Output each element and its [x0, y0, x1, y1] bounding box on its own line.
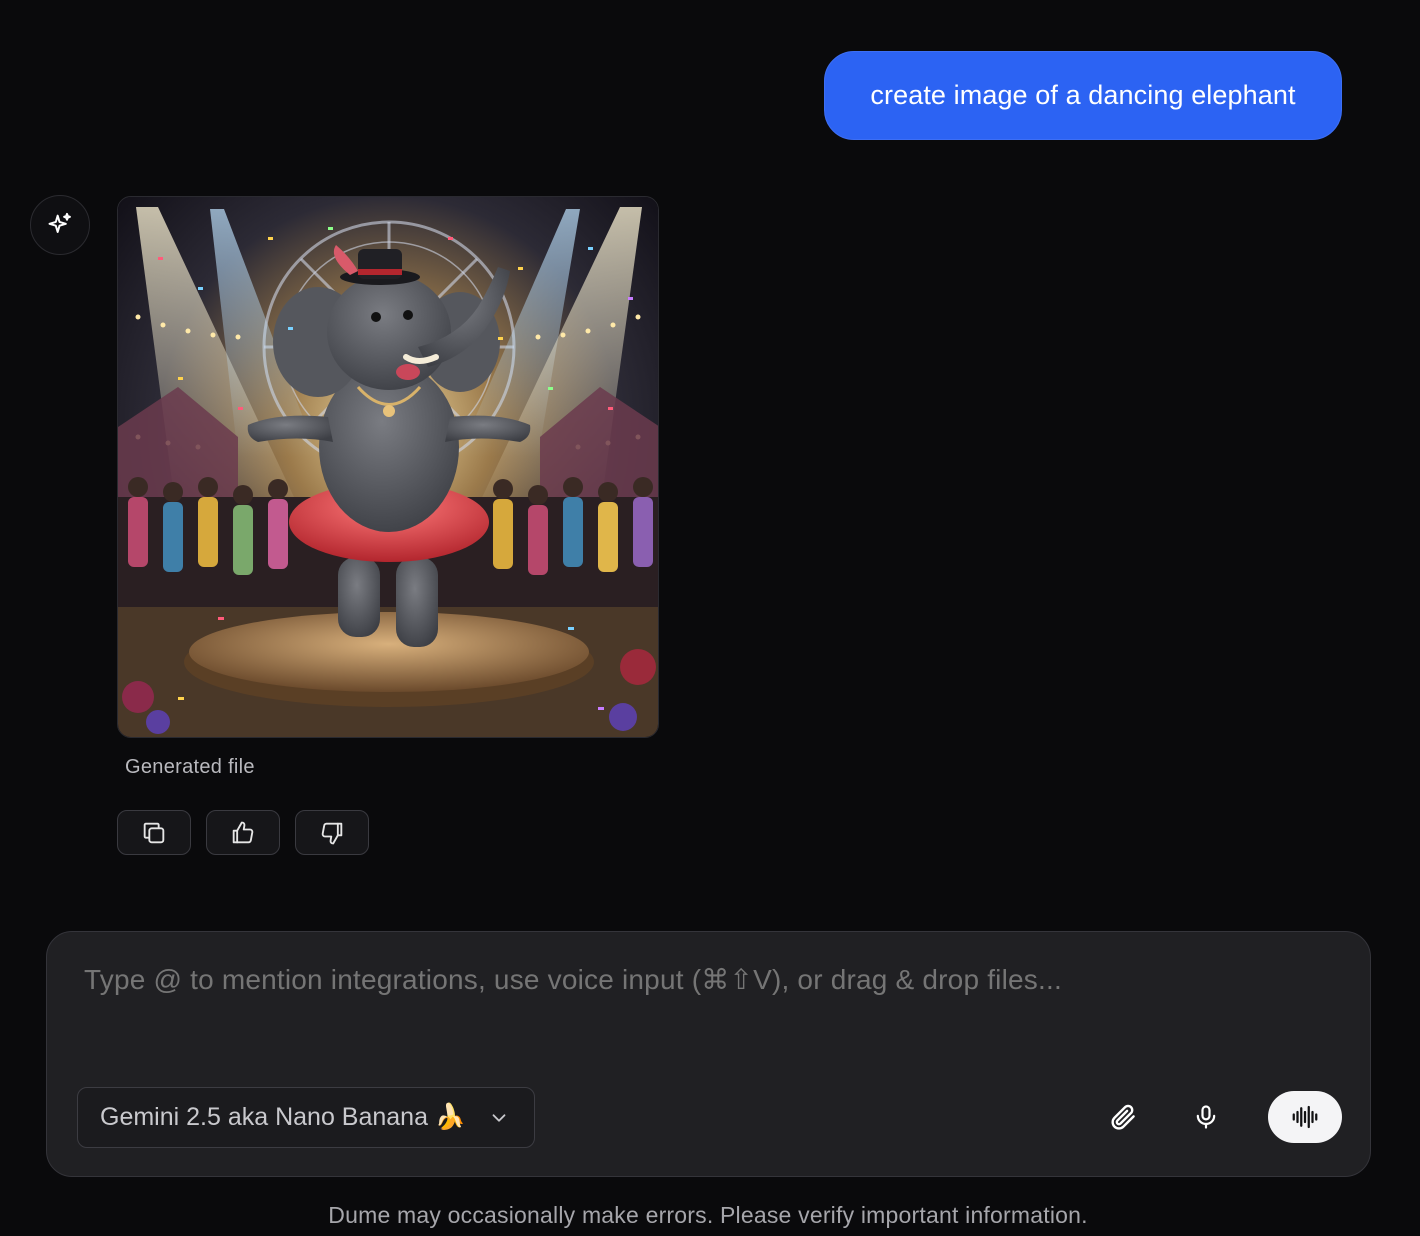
generated-file-caption: Generated file [125, 756, 255, 778]
assistant-avatar [30, 195, 90, 255]
model-selector[interactable]: Gemini 2.5 aka Nano Banana 🍌 [77, 1087, 535, 1148]
paperclip-icon [1111, 1104, 1135, 1130]
message-actions [117, 810, 369, 855]
attach-button[interactable] [1101, 1095, 1145, 1139]
message-composer: Gemini 2.5 aka Nano Banana 🍌 [46, 931, 1371, 1177]
waveform-icon [1292, 1105, 1318, 1129]
thumbs-down-icon [321, 822, 343, 844]
voice-mode-button[interactable] [1268, 1091, 1342, 1143]
thumbs-up-icon [232, 821, 254, 843]
sparkles-icon [48, 212, 71, 233]
message-input[interactable] [84, 964, 1284, 996]
chat-page: create image of a dancing elephant Gener… [0, 0, 1420, 1236]
copy-icon [143, 822, 165, 843]
user-message-bubble: create image of a dancing elephant [824, 51, 1342, 140]
thumbs-down-button[interactable] [295, 810, 369, 855]
user-message-text: create image of a dancing elephant [870, 80, 1296, 110]
thumbs-up-button[interactable] [206, 810, 280, 855]
generated-image[interactable] [117, 196, 659, 738]
chevron-down-icon [492, 1114, 506, 1122]
copy-button[interactable] [117, 810, 191, 855]
microphone-icon [1196, 1105, 1216, 1129]
dancing-elephant-illustration [118, 197, 658, 737]
microphone-button[interactable] [1184, 1095, 1228, 1139]
model-selector-label: Gemini 2.5 aka Nano Banana 🍌 [100, 1103, 467, 1131]
disclaimer-text: Dume may occasionally make errors. Pleas… [328, 1202, 1088, 1228]
